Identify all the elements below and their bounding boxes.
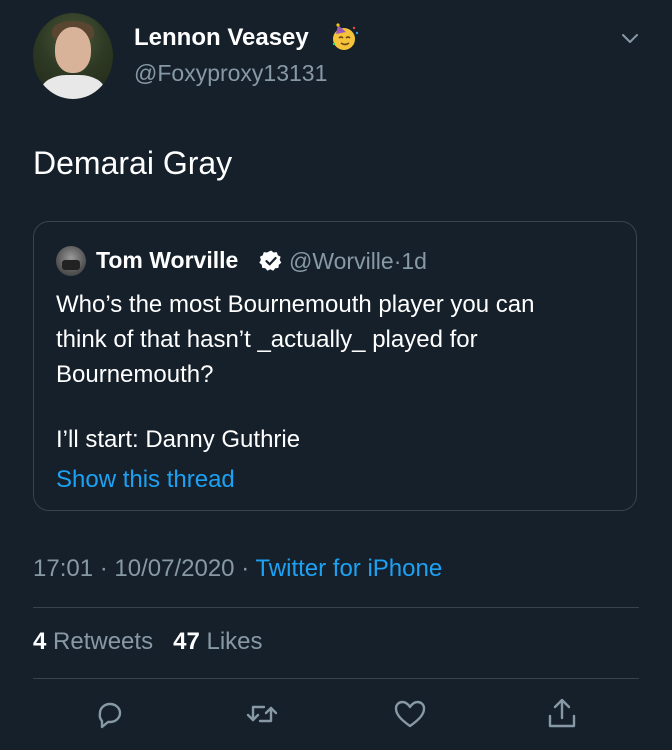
quoted-author-handle: @Worville <box>289 248 394 274</box>
quoted-text-line: Bournemouth? <box>56 361 214 388</box>
partying-face-emoji-icon <box>332 23 359 50</box>
quoted-text-line: think of that hasn’t _actually_ played f… <box>56 326 478 353</box>
verified-badge-icon <box>259 250 282 271</box>
quoted-author-handle-and-age: @Worville·1d <box>289 248 427 275</box>
author-display-name[interactable]: Lennon Veasey <box>134 24 309 52</box>
likes-label: Likes <box>206 628 263 655</box>
tweet-time: 17:01 <box>33 555 94 582</box>
share-icon <box>548 698 576 728</box>
quoted-author-avatar <box>56 246 86 276</box>
tweet-text: Demarai Gray <box>33 145 233 181</box>
divider <box>33 607 639 608</box>
meta-separator: · <box>241 555 250 582</box>
reply-icon <box>98 702 122 729</box>
divider <box>33 678 639 679</box>
tweet-detail: Lennon Veasey @Foxyproxy13131 Demarai Gr… <box>0 0 672 750</box>
retweets-label: Retweets <box>53 628 154 655</box>
reply-button[interactable] <box>92 696 128 732</box>
retweet-icon <box>246 705 278 723</box>
author-handle[interactable]: @Foxyproxy13131 <box>134 60 327 87</box>
meta-separator: · <box>99 555 108 582</box>
quoted-author-name: Tom Worville <box>96 247 239 273</box>
quoted-text-line: I’ll start: Danny Guthrie <box>56 426 301 453</box>
retweets-count: 4 <box>33 628 47 655</box>
likes-stat[interactable]: 47 Likes <box>173 628 262 655</box>
like-button[interactable] <box>392 696 428 732</box>
share-button[interactable] <box>544 696 580 732</box>
heart-icon <box>394 700 426 728</box>
retweets-stat[interactable]: 4 Retweets <box>33 628 153 655</box>
tweet-meta: 17:01 · 10/07/2020 · Twitter for iPhone <box>33 555 442 583</box>
quoted-text-line: Who’s the most Bournemouth player you ca… <box>56 291 535 318</box>
likes-count: 47 <box>173 628 200 655</box>
show-this-thread-link[interactable]: Show this thread <box>56 466 235 494</box>
quoted-age: 1d <box>401 248 427 274</box>
retweet-button[interactable] <box>244 696 280 732</box>
tweet-date: 10/07/2020 <box>114 555 235 582</box>
quoted-tweet-card[interactable]: Tom Worville @Worville·1d Who’s the most… <box>33 221 637 511</box>
chevron-down-icon[interactable] <box>618 26 642 50</box>
author-avatar[interactable] <box>33 13 113 99</box>
tweet-stats: 4 Retweets 47 Likes <box>33 628 263 656</box>
tweet-source-link[interactable]: Twitter for iPhone <box>255 555 442 582</box>
